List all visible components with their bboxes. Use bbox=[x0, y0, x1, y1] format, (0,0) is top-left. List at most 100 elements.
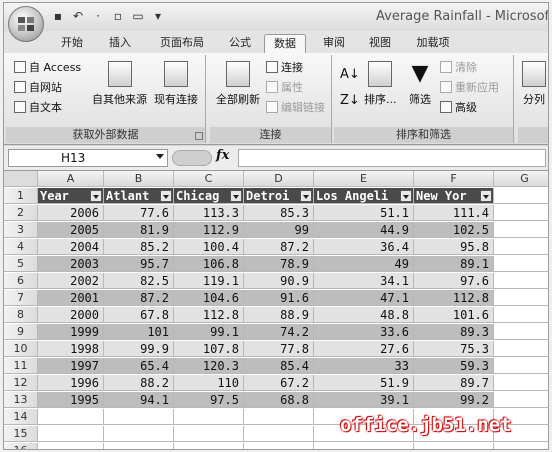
undo-icon[interactable]: ↶ bbox=[70, 8, 86, 24]
column-header-G[interactable]: G bbox=[494, 171, 548, 187]
table-cell[interactable]: 85.4 bbox=[244, 358, 314, 374]
row-header-16[interactable]: 16 bbox=[4, 443, 38, 449]
empty-cell[interactable] bbox=[494, 341, 548, 357]
empty-cell[interactable] bbox=[494, 358, 548, 374]
sort-desc-button[interactable]: Z↓ bbox=[340, 93, 360, 108]
tab-data[interactable]: 数据 bbox=[264, 34, 306, 53]
filter-dropdown-icon[interactable] bbox=[300, 190, 312, 202]
table-cell[interactable]: 77.8 bbox=[244, 341, 314, 357]
empty-cell[interactable] bbox=[174, 443, 244, 449]
table-cell[interactable]: 2001 bbox=[38, 290, 104, 306]
table-cell[interactable]: 89.7 bbox=[414, 375, 494, 391]
empty-cell[interactable] bbox=[314, 443, 414, 449]
table-cell[interactable]: 47.1 bbox=[314, 290, 414, 306]
reapply-button[interactable]: 重新应用 bbox=[440, 79, 499, 95]
empty-cell[interactable] bbox=[494, 375, 548, 391]
worksheet-grid[interactable]: A B C D E F G 1 Year Atlant Chicag Detroi Los Angeli… bbox=[4, 171, 548, 449]
tab-view[interactable]: 视图 bbox=[366, 34, 394, 53]
filter-dropdown-icon[interactable] bbox=[90, 190, 102, 202]
empty-cell[interactable] bbox=[38, 426, 104, 442]
filter-button[interactable]: ▼ 筛选 bbox=[408, 61, 432, 107]
column-header-E[interactable]: E bbox=[314, 171, 414, 187]
table-cell[interactable]: 94.1 bbox=[104, 392, 174, 408]
table-cell[interactable]: 102.5 bbox=[414, 222, 494, 238]
table-cell[interactable]: 81.9 bbox=[104, 222, 174, 238]
empty-cell[interactable] bbox=[104, 443, 174, 449]
refresh-all-button[interactable]: 全部刷新 bbox=[216, 61, 260, 107]
tab-formulas[interactable]: 公式 bbox=[226, 34, 254, 53]
table-cell[interactable]: 36.4 bbox=[314, 239, 414, 255]
empty-cell[interactable] bbox=[38, 443, 104, 449]
column-header-B[interactable]: B bbox=[104, 171, 174, 187]
table-cell[interactable]: 27.6 bbox=[314, 341, 414, 357]
redo-icon[interactable]: · bbox=[90, 8, 106, 24]
empty-cell[interactable] bbox=[174, 409, 244, 425]
filter-dropdown-icon[interactable] bbox=[400, 190, 412, 202]
table-cell[interactable]: 99.1 bbox=[174, 324, 244, 340]
table-cell[interactable]: 91.6 bbox=[244, 290, 314, 306]
table-cell[interactable]: 99.2 bbox=[414, 392, 494, 408]
empty-cell[interactable] bbox=[494, 239, 548, 255]
table-cell[interactable]: 95.7 bbox=[104, 256, 174, 272]
table-cell[interactable]: 104.6 bbox=[174, 290, 244, 306]
row-header-8[interactable]: 8 bbox=[4, 307, 38, 323]
table-cell[interactable]: 34.1 bbox=[314, 273, 414, 289]
table-cell[interactable]: 82.5 bbox=[104, 273, 174, 289]
column-header-C[interactable]: C bbox=[174, 171, 244, 187]
empty-cell[interactable] bbox=[494, 324, 548, 340]
table-cell[interactable]: 48.8 bbox=[314, 307, 414, 323]
table-cell[interactable]: 44.9 bbox=[314, 222, 414, 238]
table-cell[interactable]: 33 bbox=[314, 358, 414, 374]
formula-input[interactable] bbox=[238, 149, 546, 167]
table-cell[interactable]: 110 bbox=[174, 375, 244, 391]
filter-dropdown-icon[interactable] bbox=[230, 190, 242, 202]
dialog-launcher-icon[interactable] bbox=[195, 132, 203, 140]
filter-dropdown-icon[interactable] bbox=[160, 190, 172, 202]
empty-cell[interactable] bbox=[494, 188, 548, 204]
table-cell[interactable]: 2005 bbox=[38, 222, 104, 238]
empty-cell[interactable] bbox=[104, 426, 174, 442]
table-header-cell[interactable]: New Yor bbox=[414, 188, 494, 204]
table-cell[interactable]: 67.8 bbox=[104, 307, 174, 323]
empty-cell[interactable] bbox=[244, 426, 314, 442]
table-cell[interactable]: 112.9 bbox=[174, 222, 244, 238]
customize-icon[interactable]: ▾ bbox=[150, 8, 166, 24]
empty-cell[interactable] bbox=[104, 409, 174, 425]
table-cell[interactable]: 89.1 bbox=[414, 256, 494, 272]
table-cell[interactable]: 89.3 bbox=[414, 324, 494, 340]
select-all-corner[interactable] bbox=[4, 171, 38, 187]
empty-cell[interactable] bbox=[494, 222, 548, 238]
existing-connections-button[interactable]: 现有连接 bbox=[154, 61, 198, 107]
table-header-cell[interactable]: Detroi bbox=[244, 188, 314, 204]
tab-page-layout[interactable]: 页面布局 bbox=[156, 34, 208, 53]
table-cell[interactable]: 97.6 bbox=[414, 273, 494, 289]
insert-function-icon[interactable]: fx bbox=[216, 148, 229, 163]
filter-dropdown-icon[interactable] bbox=[480, 190, 492, 202]
empty-cell[interactable] bbox=[494, 443, 548, 449]
chevron-down-icon[interactable] bbox=[156, 154, 164, 159]
empty-cell[interactable] bbox=[244, 409, 314, 425]
table-cell[interactable]: 59.3 bbox=[414, 358, 494, 374]
from-text-button[interactable]: 自文本 bbox=[14, 99, 62, 115]
new-icon[interactable]: ▫ bbox=[110, 8, 126, 24]
table-cell[interactable]: 88.9 bbox=[244, 307, 314, 323]
sort-button[interactable]: 排序... bbox=[364, 61, 397, 107]
row-header-7[interactable]: 7 bbox=[4, 290, 38, 306]
table-header-cell[interactable]: Atlant bbox=[104, 188, 174, 204]
table-cell[interactable]: 1995 bbox=[38, 392, 104, 408]
table-cell[interactable]: 2000 bbox=[38, 307, 104, 323]
table-cell[interactable]: 90.9 bbox=[244, 273, 314, 289]
empty-cell[interactable] bbox=[494, 256, 548, 272]
table-cell[interactable]: 101 bbox=[104, 324, 174, 340]
table-cell[interactable]: 99 bbox=[244, 222, 314, 238]
from-access-button[interactable]: 自 Access bbox=[14, 59, 81, 75]
table-cell[interactable]: 99.9 bbox=[104, 341, 174, 357]
properties-button[interactable]: 属性 bbox=[266, 79, 303, 95]
row-header-11[interactable]: 11 bbox=[4, 358, 38, 374]
empty-cell[interactable] bbox=[414, 443, 494, 449]
sort-asc-button[interactable]: A↓ bbox=[340, 67, 360, 82]
table-cell[interactable]: 120.3 bbox=[174, 358, 244, 374]
table-cell[interactable]: 33.6 bbox=[314, 324, 414, 340]
column-header-D[interactable]: D bbox=[244, 171, 314, 187]
table-cell[interactable]: 112.8 bbox=[174, 307, 244, 323]
